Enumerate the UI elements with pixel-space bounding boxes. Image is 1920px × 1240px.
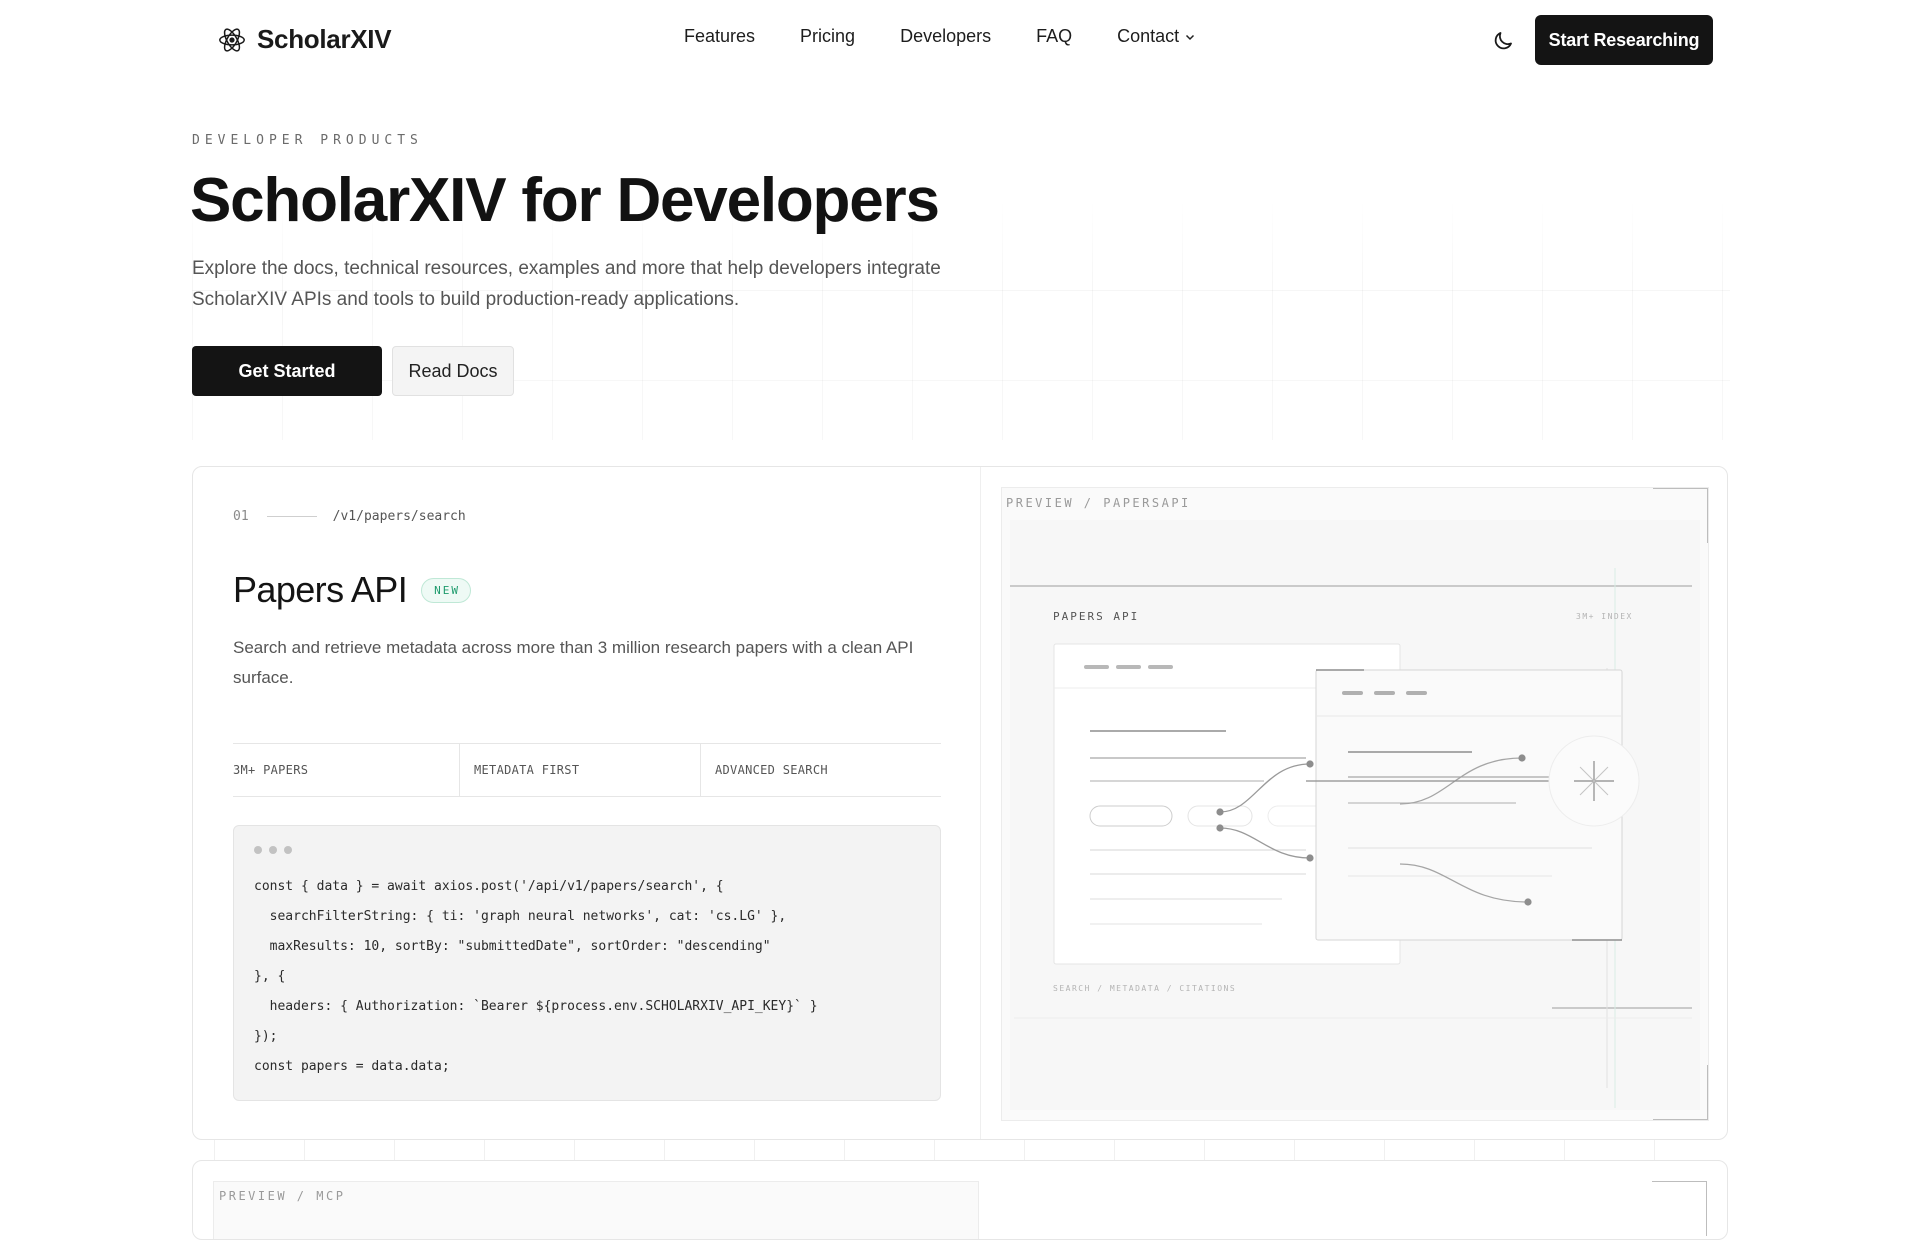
endpoint-row: 01 /v1/papers/search <box>233 509 466 524</box>
diagram-tag: 3M+ INDEX <box>1576 612 1633 621</box>
code-line: const papers = data.data; <box>254 1059 450 1074</box>
code-block: const { data } = await axios.post('/api/… <box>254 872 818 1082</box>
window-dots <box>254 846 292 854</box>
corner-bracket <box>1652 1181 1707 1236</box>
code-line: searchFilterString: { ti: 'graph neural … <box>254 909 787 924</box>
code-line: const { data } = await axios.post('/api/… <box>254 879 724 894</box>
feature-strip: 3M+ PAPERS METADATA FIRST ADVANCED SEARC… <box>233 743 941 797</box>
nav-link-faq[interactable]: FAQ <box>1036 26 1072 47</box>
site-header: ScholarXIV Features Pricing Developers F… <box>0 0 1920 80</box>
nav-dropdown-contact[interactable]: Contact <box>1117 26 1195 47</box>
nav-link-pricing[interactable]: Pricing <box>800 26 855 47</box>
step-number: 01 <box>233 509 249 524</box>
start-researching-button[interactable]: Start Researching <box>1535 15 1713 65</box>
card-divider <box>980 467 981 1139</box>
feature-item: 3M+ PAPERS <box>233 763 309 777</box>
product-heading: Papers API NEW <box>233 569 471 611</box>
endpoint-path: /v1/papers/search <box>332 509 466 524</box>
nav-link-developers[interactable]: Developers <box>900 26 991 47</box>
section-separator-grid <box>192 1140 1728 1160</box>
step-dash <box>266 516 317 517</box>
code-line: maxResults: 10, sortBy: "submittedDate",… <box>254 939 771 954</box>
papers-api-card: 01 /v1/papers/search Papers API NEW Sear… <box>192 466 1728 1140</box>
mcp-card: PREVIEW / MCP <box>192 1160 1728 1240</box>
diagram-footer: SEARCH / METADATA / CITATIONS <box>1053 984 1237 993</box>
mcp-preview-label: PREVIEW / MCP <box>219 1189 346 1203</box>
hero-eyebrow: DEVELOPER PRODUCTS <box>192 133 423 148</box>
product-description: Search and retrieve metadata across more… <box>233 638 914 687</box>
papers-api-diagram <box>1010 520 1700 1110</box>
get-started-button[interactable]: Get Started <box>192 346 382 396</box>
diagram-title: PAPERS API <box>1053 610 1140 623</box>
hero-subtitle-line-2: ScholarXIV APIs and tools to build produ… <box>192 289 740 310</box>
nav-link-features[interactable]: Features <box>684 26 755 47</box>
chevron-down-icon <box>1186 34 1195 40</box>
code-line: headers: { Authorization: `Bearer ${proc… <box>254 999 818 1014</box>
hero-subtitle: Explore the docs, technical resources, e… <box>192 253 1012 315</box>
hero-subtitle-line-1: Explore the docs, technical resources, e… <box>192 258 941 279</box>
code-line: }); <box>254 1029 278 1044</box>
page-title: ScholarXIV for Developers <box>190 166 940 235</box>
read-docs-button[interactable]: Read Docs <box>392 346 514 396</box>
feature-item: ADVANCED SEARCH <box>700 744 941 796</box>
brand-logo[interactable]: ScholarXIV <box>217 24 392 55</box>
main-nav: Features Pricing Developers FAQ Contact <box>684 26 1195 47</box>
contact-label: Contact <box>1117 26 1180 46</box>
hero-grid-background <box>192 200 1730 440</box>
theme-toggle-button[interactable] <box>1488 26 1518 56</box>
feature-item: METADATA FIRST <box>459 744 700 796</box>
new-badge: NEW <box>421 577 471 603</box>
moon-icon <box>1494 32 1512 50</box>
code-snippet[interactable]: const { data } = await axios.post('/api/… <box>233 825 941 1101</box>
brand-name: ScholarXIV <box>257 24 392 54</box>
atom-icon <box>219 27 245 52</box>
api-preview-panel: PREVIEW / PAPERSAPI PAPERS API 3M+ INDEX… <box>1001 487 1709 1121</box>
code-line: }, { <box>254 969 286 984</box>
product-title: Papers API <box>233 569 408 610</box>
